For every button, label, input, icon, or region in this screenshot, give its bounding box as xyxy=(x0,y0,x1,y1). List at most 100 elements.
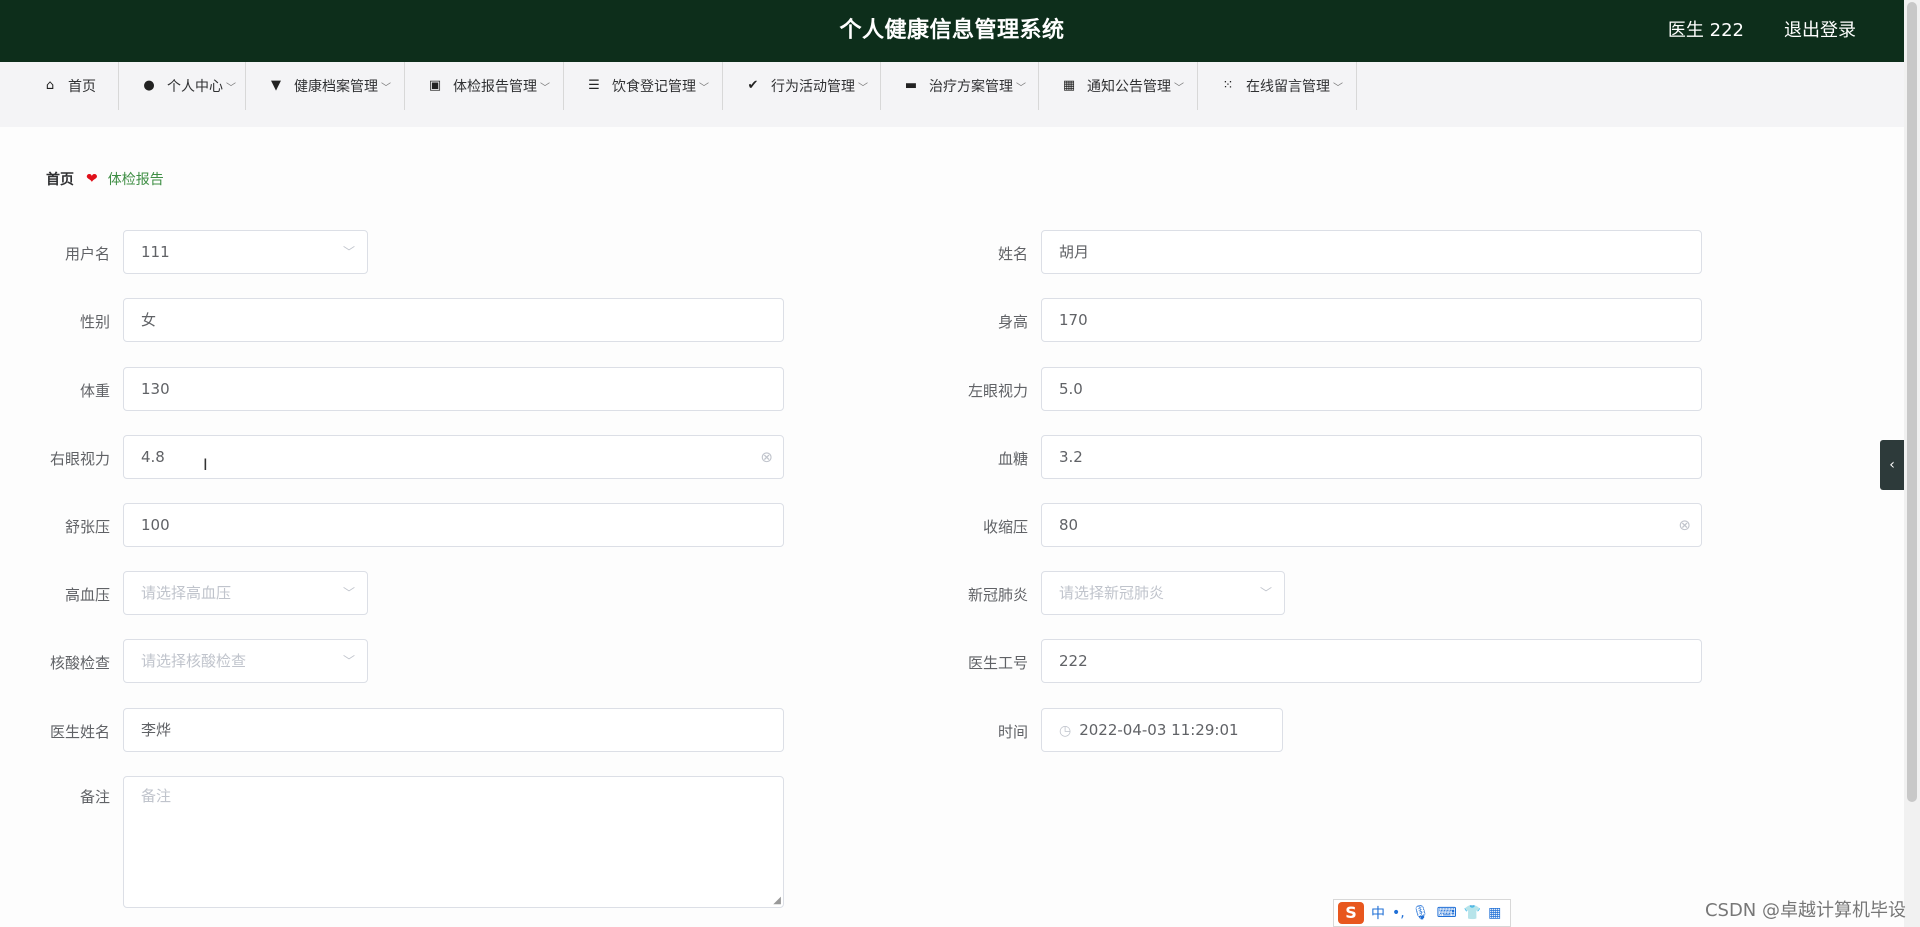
covid-placeholder: 请选择新冠肺炎 xyxy=(1059,584,1165,602)
watermark: CSDN @卓越计算机毕设 xyxy=(1704,900,1906,921)
time-picker[interactable]: ◷ 2022-04-03 11:29:01 xyxy=(1041,708,1283,752)
logout-button[interactable]: 退出登录 xyxy=(1784,0,1856,62)
chevron-down-icon: ﹀ xyxy=(381,82,391,94)
chevron-down-icon: ﹀ xyxy=(1333,82,1343,94)
nav-item-label: 治疗方案管理 xyxy=(929,79,1013,95)
skin-icon[interactable]: 👕 xyxy=(1464,905,1481,921)
nav-item-exam-reports[interactable]: ▣ 体检报告管理 ﹀ xyxy=(405,62,564,110)
nav-item-label: 个人中心 xyxy=(167,79,223,95)
hypertension-select[interactable]: 请选择高血压 ﹀ xyxy=(123,571,368,615)
systolic-input[interactable]: 80 ⊗ xyxy=(1041,503,1702,547)
breadcrumb: 首页 ❤ 体检报告 xyxy=(46,169,164,189)
nav-item-diet-records[interactable]: ☰ 饮食登记管理 ﹀ xyxy=(564,62,723,110)
covid-select[interactable]: 请选择新冠肺炎 ﹀ xyxy=(1041,571,1285,615)
username-label: 用户名 xyxy=(64,245,110,263)
diastolic-label: 舒张压 xyxy=(64,518,110,536)
chevron-down-icon: ﹀ xyxy=(1174,82,1184,94)
sogou-logo-icon: S xyxy=(1338,902,1364,924)
nav-item-personal-center[interactable]: ● 个人中心 ﹀ xyxy=(119,62,246,110)
chevron-down-icon: ﹀ xyxy=(342,654,355,668)
microphone-icon[interactable]: 🎙 xyxy=(1412,905,1430,921)
nav-item-label: 体检报告管理 xyxy=(453,79,537,95)
nav-item-home[interactable]: ⌂ 首页 xyxy=(0,62,119,110)
nav-item-label: 行为活动管理 xyxy=(771,79,855,95)
gender-label: 性别 xyxy=(79,313,110,331)
list-icon: ☰ xyxy=(588,78,600,93)
nav-item-label: 饮食登记管理 xyxy=(612,79,696,95)
right-vision-label: 右眼视力 xyxy=(49,450,110,468)
chevron-down-icon: ﹀ xyxy=(858,82,868,94)
chevron-down-icon: ﹀ xyxy=(540,82,550,94)
right-vision-input[interactable]: 4.8 ⊗ xyxy=(123,435,784,479)
chevron-down-icon: ﹀ xyxy=(1259,586,1272,600)
nav-item-messages[interactable]: ⁙ 在线留言管理 ﹀ xyxy=(1198,62,1357,110)
doctor-id-input[interactable]: 222 xyxy=(1041,639,1702,683)
diastolic-input[interactable]: 100 xyxy=(123,503,784,547)
nucleic-select[interactable]: 请选择核酸检查 ﹀ xyxy=(123,639,368,683)
name-label: 姓名 xyxy=(997,245,1028,263)
time-value: 2022-04-03 11:29:01 xyxy=(1079,721,1239,739)
doctor-name-input[interactable]: 李烨 xyxy=(123,708,784,752)
height-label: 身高 xyxy=(997,313,1028,331)
clear-icon[interactable]: ⊗ xyxy=(1678,504,1691,546)
app-title: 个人健康信息管理系统 xyxy=(839,18,1065,43)
chevron-down-icon: ﹀ xyxy=(342,586,355,600)
vertical-scrollbar[interactable] xyxy=(1904,0,1920,927)
chevron-down-icon: ﹀ xyxy=(1016,82,1026,94)
scrollbar-thumb[interactable] xyxy=(1907,2,1917,802)
left-vision-label: 左眼视力 xyxy=(967,382,1028,400)
person-icon: ● xyxy=(143,78,155,93)
keyboard-icon[interactable]: ⌨ xyxy=(1437,905,1457,921)
height-input[interactable]: 170 xyxy=(1041,298,1702,342)
left-vision-input[interactable]: 5.0 xyxy=(1041,367,1702,411)
nav-item-label: 通知公告管理 xyxy=(1087,79,1171,95)
toolbox-icon[interactable]: ▦ xyxy=(1488,905,1501,921)
nucleic-placeholder: 请选择核酸检查 xyxy=(141,652,247,670)
grid-icon: ▦ xyxy=(1062,78,1076,93)
nav-item-label: 在线留言管理 xyxy=(1246,79,1330,95)
punctuation-icon[interactable]: •, xyxy=(1392,905,1405,921)
current-user: 医生 222 xyxy=(1667,20,1744,41)
gender-input[interactable]: 女 xyxy=(123,298,784,342)
right-vision-value: 4.8 xyxy=(141,448,165,466)
nav-item-health-records[interactable]: ▼ 健康档案管理 ﹀ xyxy=(246,62,405,110)
breadcrumb-home[interactable]: 首页 xyxy=(46,169,74,189)
chevron-down-icon: ﹀ xyxy=(226,82,236,94)
clock-icon: ◷ xyxy=(1059,723,1072,739)
nucleic-label: 核酸检查 xyxy=(49,654,110,672)
check-clipboard-icon: ✔ xyxy=(747,78,759,93)
clear-icon[interactable]: ⊗ xyxy=(760,436,773,478)
nav-item-announcements[interactable]: ▦ 通知公告管理 ﹀ xyxy=(1039,62,1198,110)
username-select[interactable]: 111 ﹀ xyxy=(123,230,368,274)
breadcrumb-current: 体检报告 xyxy=(107,172,164,188)
remark-textarea[interactable]: 备注 ◢ xyxy=(123,776,784,908)
time-label: 时间 xyxy=(997,723,1028,741)
chevron-down-icon: ﹀ xyxy=(699,82,709,94)
ime-language[interactable]: 中 xyxy=(1371,903,1385,923)
systolic-label: 收缩压 xyxy=(982,518,1028,536)
text-cursor-icon: I xyxy=(203,455,208,474)
top-nav: ⌂ 首页 ● 个人中心 ﹀ ▼ 健康档案管理 ﹀ ▣ 体检报告管理 ﹀ ☰ 饮食… xyxy=(0,62,1904,127)
systolic-value: 80 xyxy=(1059,516,1079,534)
remark-label: 备注 xyxy=(79,788,110,806)
doctor-id-label: 医生工号 xyxy=(967,654,1028,672)
ime-toolbar[interactable]: S 中 •, 🎙 ⌨ 👕 ▦ xyxy=(1333,899,1511,927)
weight-input[interactable]: 130 xyxy=(123,367,784,411)
clipboard-icon: ▣ xyxy=(428,78,442,93)
collapse-panel-button[interactable]: ‹ xyxy=(1880,440,1904,490)
chevron-down-icon: ﹀ xyxy=(342,245,355,259)
home-icon: ⌂ xyxy=(45,78,55,93)
monitor-icon: ▬ xyxy=(904,78,918,93)
resize-grip-icon[interactable]: ◢ xyxy=(773,895,781,906)
remark-placeholder: 备注 xyxy=(141,787,172,805)
blood-sugar-input[interactable]: 3.2 xyxy=(1041,435,1702,479)
hypertension-placeholder: 请选择高血压 xyxy=(141,584,232,602)
weight-label: 体重 xyxy=(79,382,110,400)
nav-item-treatment[interactable]: ▬ 治疗方案管理 ﹀ xyxy=(881,62,1039,110)
name-input[interactable]: 胡月 xyxy=(1041,230,1702,274)
nav-item-label: 首页 xyxy=(68,79,96,95)
blood-sugar-label: 血糖 xyxy=(997,450,1028,468)
nav-item-activity[interactable]: ✔ 行为活动管理 ﹀ xyxy=(723,62,881,110)
heart-icon: ❤ xyxy=(86,171,98,187)
username-value: 111 xyxy=(141,243,170,261)
